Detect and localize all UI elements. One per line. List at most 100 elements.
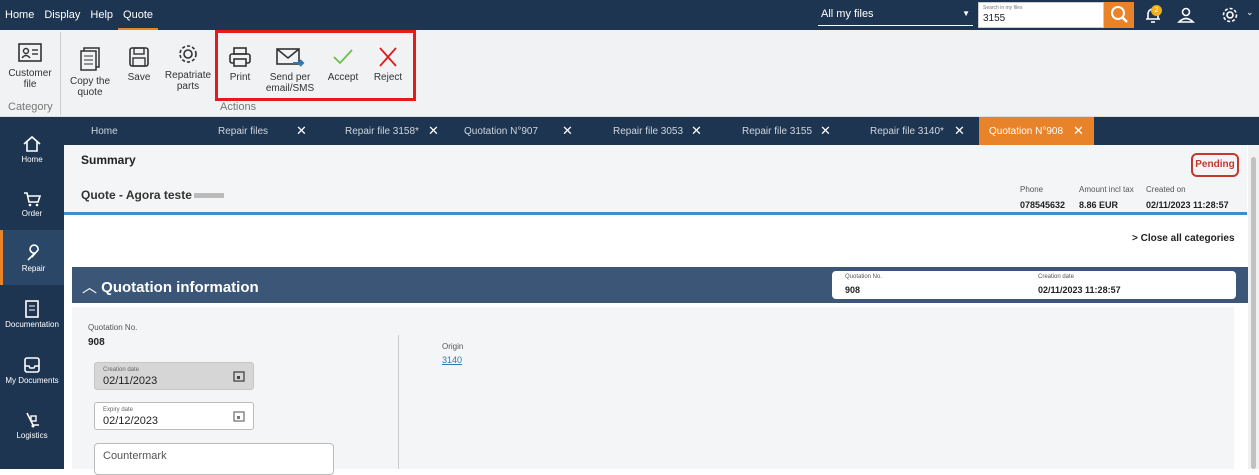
sidebar-item-my-documents[interactable]: My Documents (0, 356, 64, 385)
home-icon (23, 135, 41, 152)
quotation-info-title: ︿ Quotation information (82, 276, 259, 297)
calendar-icon (233, 371, 245, 382)
quote-name: Quote - Agora teste (81, 188, 224, 202)
tab-label: Repair file 3155 (742, 126, 813, 137)
amount-value: 8.86 EUR (1079, 200, 1119, 210)
user-icon[interactable] (1176, 6, 1196, 24)
phone-label: Phone (1020, 185, 1044, 194)
quotation-no-value: 908 (845, 285, 861, 295)
search-input[interactable]: Search in my files 3155 (978, 2, 1104, 28)
tab-label: Repair file 3140* (870, 126, 944, 137)
tab-label: Repair files (218, 126, 269, 137)
field-value: 02/12/2023 (103, 415, 159, 427)
sidebar-item-label: Documentation (5, 320, 59, 329)
sidebar-item-logistics[interactable]: Logistics (0, 411, 64, 440)
tab-label: Repair file 3158* (345, 126, 419, 137)
save-icon (129, 47, 149, 67)
scrollbar-thumb[interactable] (1251, 157, 1256, 469)
summary-section: Summary Quote - Agora teste Pending Phon… (64, 145, 1247, 215)
sidebar-item-label: Order (21, 209, 43, 218)
quotation-info-title-text: Quotation information (101, 279, 259, 296)
tab-quotation-908[interactable]: Quotation N°908 ✕ (979, 117, 1094, 145)
repatriate-parts-label: Repatriate parts (164, 70, 212, 92)
gear-icon[interactable] (1220, 6, 1240, 24)
ribbon: Customer file Category Copy the quote Sa… (0, 30, 1259, 117)
chevron-up-icon: ︿ (82, 279, 102, 296)
status-badge: Pending (1191, 153, 1239, 177)
origin-label: Origin (442, 342, 464, 351)
copy-quote-button[interactable]: Copy the quote (66, 46, 114, 98)
close-icon[interactable]: ✕ (820, 116, 831, 146)
tab-bar: Home Repair files ✕ Repair file 3158* ✕ Qu… (64, 117, 1259, 145)
close-icon[interactable]: ✕ (428, 116, 439, 146)
menu-display[interactable]: Display (39, 0, 85, 30)
actions-highlight (215, 30, 416, 101)
form-quotation-no-value: 908 (88, 337, 105, 348)
sidebar-item-order[interactable]: Order (0, 191, 64, 218)
search-value: 3155 (983, 13, 1006, 24)
menu-quote[interactable]: Quote (118, 0, 159, 30)
redacted-text (193, 193, 224, 199)
divider (398, 335, 399, 469)
inbox-icon (24, 357, 40, 373)
tab-label: Quotation N°908 (989, 126, 1064, 137)
quotation-info-summary: Quotation No. 908 Creation date 02/11/20… (832, 271, 1236, 299)
sidebar-item-home[interactable]: Home (0, 135, 64, 164)
logistics-icon (26, 412, 39, 428)
close-icon[interactable]: ✕ (1073, 116, 1084, 146)
close-icon[interactable]: ✕ (691, 116, 702, 146)
expiry-date-field[interactable]: Expiry date 02/12/2023 (94, 402, 254, 430)
phone-value: 078545632 (1020, 200, 1066, 210)
file-scope-select[interactable]: All my files ▼ (818, 4, 973, 26)
menu-home[interactable]: Home (0, 0, 39, 30)
main-menu: Home Display Help Quote (0, 0, 159, 30)
summary-title: Summary (81, 153, 136, 167)
sidebar-item-repair[interactable]: Repair (0, 230, 64, 285)
copy-icon (80, 47, 100, 71)
tab-repair-files[interactable]: Repair files ✕ (218, 117, 307, 145)
field-label: Expiry date (103, 407, 134, 413)
quotation-no-label: Quotation No. (845, 274, 883, 280)
sidebar-item-label: Home (21, 155, 43, 164)
creation-date-label: Creation date (1038, 274, 1075, 280)
quotation-info-header[interactable]: ︿ Quotation information Quotation No. 90… (72, 267, 1249, 303)
sidebar-item-label: Logistics (16, 431, 48, 440)
countermark-field[interactable]: Countermark (94, 443, 334, 475)
copy-quote-label: Copy the quote (69, 76, 111, 98)
file-scope-value: All my files (821, 8, 874, 20)
chevron-down-icon[interactable]: ⌄ (1246, 7, 1254, 18)
save-button[interactable]: Save (124, 46, 154, 83)
origin-link[interactable]: 3140 (442, 355, 462, 365)
quotation-form: Quotation No. 908 Creation date 02/11/20… (72, 307, 1234, 475)
cart-icon (24, 192, 42, 207)
sidebar-item-label: Repair (21, 264, 46, 273)
tab-label: Quotation N°907 (464, 126, 539, 137)
scrollbar[interactable] (1248, 145, 1259, 469)
close-all-categories-link[interactable]: > Close all categories (1132, 233, 1235, 244)
close-icon[interactable]: ✕ (562, 116, 573, 146)
tab-repair-file-3158[interactable]: Repair file 3158* ✕ (345, 117, 439, 145)
form-quotation-no-label: Quotation No. (88, 323, 138, 332)
tab-repair-file-3053[interactable]: Repair file 3053 ✕ (613, 117, 702, 145)
close-icon[interactable]: ✕ (296, 116, 307, 146)
search-button[interactable] (1104, 2, 1134, 28)
creation-date-value: 02/11/2023 11:28:57 (1038, 285, 1121, 295)
actions-group-label: Actions (220, 101, 257, 113)
contact-card-icon (18, 43, 42, 62)
tab-label: Repair file 3053 (613, 126, 684, 137)
field-value: 02/11/2023 (103, 375, 158, 387)
close-icon[interactable]: ✕ (954, 116, 965, 146)
calendar-icon[interactable] (233, 410, 245, 422)
tab-quotation-907[interactable]: Quotation N°907 ✕ (464, 117, 573, 145)
menu-help[interactable]: Help (85, 0, 118, 30)
customer-file-button[interactable]: Customer file (4, 42, 56, 90)
tab-label: Home (91, 126, 118, 137)
tab-repair-file-3140[interactable]: Repair file 3140* ✕ (870, 117, 965, 145)
tab-repair-file-3155[interactable]: Repair file 3155 ✕ (742, 117, 831, 145)
gear-icon (179, 45, 197, 63)
notification-badge: 2 (1151, 5, 1162, 16)
tab-home[interactable]: Home (91, 117, 118, 145)
sidebar-item-documentation[interactable]: Documentation (0, 300, 64, 329)
repatriate-parts-button[interactable]: Repatriate parts (162, 42, 214, 92)
field-label: Creation date (103, 367, 140, 373)
